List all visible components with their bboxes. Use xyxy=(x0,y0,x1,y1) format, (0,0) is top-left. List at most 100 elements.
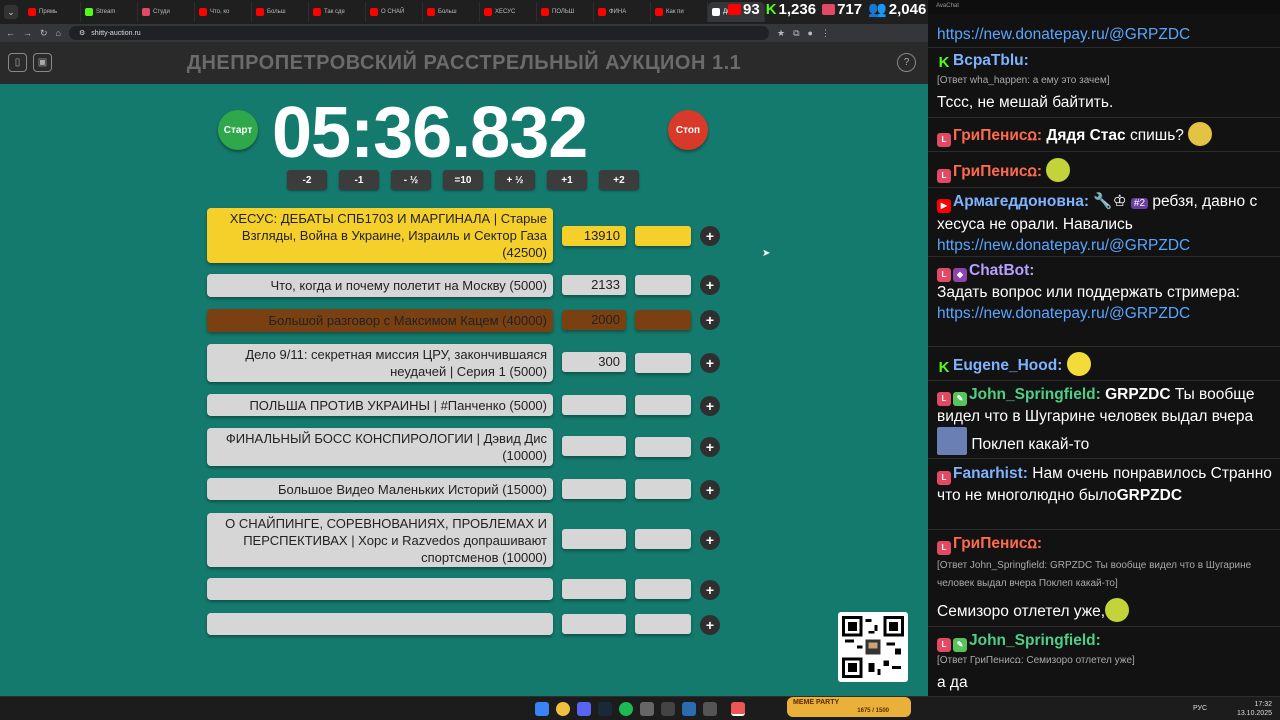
start-button[interactable]: Старт xyxy=(218,110,258,150)
telegram-icon[interactable] xyxy=(682,702,696,716)
lot-amount[interactable]: 300 xyxy=(562,352,626,372)
lot-name[interactable] xyxy=(207,613,553,635)
time-adjust-buttons: -2 -1 - ½ =10 + ½ +1 +2 xyxy=(287,170,639,190)
tab-label: Прямь xyxy=(39,9,58,15)
chat-reply-quote: [Ответ John_Springfield: GRPZDC Ты вообщ… xyxy=(937,560,1252,589)
lot-add-button[interactable]: + xyxy=(700,226,720,246)
lot-amount[interactable] xyxy=(562,395,626,415)
menu-icon[interactable]: ⋮ xyxy=(821,28,830,39)
lot-add-button[interactable]: + xyxy=(700,530,720,550)
lot-add-button[interactable]: + xyxy=(700,310,720,330)
browser-tab[interactable]: ПОЛЬШ xyxy=(537,2,594,22)
lot-add-input[interactable] xyxy=(635,395,691,415)
tab-favicon-icon xyxy=(313,8,321,16)
browser-tab[interactable]: Как пи xyxy=(651,2,708,22)
lot-add-button[interactable]: + xyxy=(700,615,720,635)
browser-tab[interactable]: Stream xyxy=(81,2,138,22)
minus-1-button[interactable]: -1 xyxy=(339,170,379,190)
steam-icon[interactable] xyxy=(598,702,612,716)
app-icon[interactable] xyxy=(640,702,654,716)
lot-add-input[interactable] xyxy=(635,353,691,373)
browser-tab[interactable]: О СНАЙ xyxy=(366,2,423,22)
chat-message: L ✎ John_Springfield: GRPZDC Ты вообще вид… xyxy=(937,384,1274,455)
chat-reply-quote: [Ответ wha_happen: а ему это зачем] xyxy=(937,75,1110,86)
lot-add-input[interactable] xyxy=(635,579,691,599)
lot-name[interactable]: Большое Видео Маленьких Историй (15000) xyxy=(207,478,553,500)
lot-amount[interactable] xyxy=(562,479,626,499)
lot-name[interactable]: ФИНАЛЬНЫЙ БОСС КОНСПИРОЛОГИИ | Дэвид Дис… xyxy=(207,428,553,466)
lot-amount[interactable]: 13910 xyxy=(562,226,626,246)
profile-icon[interactable]: ● xyxy=(808,28,813,38)
chat-link[interactable]: https://new.donatepay.ru/@GRPZDC xyxy=(937,26,1190,43)
lot-add-button[interactable]: + xyxy=(700,480,720,500)
lot-name[interactable] xyxy=(207,578,553,600)
chat-link[interactable]: https://new.donatepay.ru/@GRPZDC xyxy=(937,237,1190,254)
chrome-icon[interactable] xyxy=(556,702,570,716)
stop-button[interactable]: Стоп xyxy=(668,110,708,150)
browser-tab[interactable]: Прямь xyxy=(24,2,81,22)
browser-tab[interactable]: Что, ко xyxy=(195,2,252,22)
help-icon[interactable]: ? xyxy=(897,53,916,72)
lot-amount[interactable]: 2133 xyxy=(562,275,626,295)
set-10-button[interactable]: =10 xyxy=(443,170,483,190)
live-icon: L xyxy=(937,541,951,555)
back-icon[interactable]: ← xyxy=(6,28,15,38)
lot-add-button[interactable]: + xyxy=(700,580,720,600)
extensions-icon[interactable]: ⧉ xyxy=(793,28,799,39)
browser-tab[interactable]: Студи xyxy=(138,2,195,22)
lot-add-button[interactable]: + xyxy=(700,353,720,373)
home-icon[interactable]: ⌂ xyxy=(56,28,61,38)
app-icon[interactable] xyxy=(703,702,717,716)
forward-icon[interactable]: → xyxy=(23,28,32,38)
live-icon xyxy=(822,3,836,15)
lot-add-button[interactable]: + xyxy=(700,396,720,416)
lot-add-input[interactable] xyxy=(635,310,691,330)
lot-name[interactable]: Что, когда и почему полетит на Москву (5… xyxy=(207,274,553,297)
start-menu-icon[interactable] xyxy=(535,702,549,716)
lot-amount[interactable]: 2000 xyxy=(562,310,626,330)
system-clock[interactable]: 17:32 13.10.2025 xyxy=(1237,700,1272,718)
spotify-icon[interactable] xyxy=(619,702,633,716)
chat-link[interactable]: https://new.donatepay.ru/@GRPZDC xyxy=(937,305,1190,322)
discord-icon[interactable] xyxy=(577,702,591,716)
lot-amount[interactable] xyxy=(562,529,626,549)
plus-1-button[interactable]: +1 xyxy=(547,170,587,190)
address-bar[interactable]: ⚙ shitty-auction.ru xyxy=(68,26,769,40)
lot-add-input[interactable] xyxy=(635,614,691,634)
lot-name[interactable]: О СНАЙПИНГЕ, СОРЕВНОВАНИЯХ, ПРОБЛЕМАХ И … xyxy=(207,513,553,567)
lot-name[interactable]: Большой разговор с Максимом Кацем (40000… xyxy=(207,309,553,332)
plus-half-button[interactable]: + ½ xyxy=(495,170,535,190)
plus-2-button[interactable]: +2 xyxy=(599,170,639,190)
lot-amount[interactable] xyxy=(562,579,626,599)
lot-add-input[interactable] xyxy=(635,479,691,499)
lot-add-input[interactable] xyxy=(635,226,691,246)
browser-tab[interactable]: Больш xyxy=(252,2,309,22)
dance-emote-icon xyxy=(1046,158,1071,182)
lot-amount[interactable] xyxy=(562,436,626,456)
bookmark-star-icon[interactable]: ★ xyxy=(777,28,785,39)
dance-emote-icon xyxy=(1105,598,1130,622)
minus-2-button[interactable]: -2 xyxy=(287,170,327,190)
reload-icon[interactable]: ↻ xyxy=(40,28,48,39)
language-indicator[interactable]: РУС xyxy=(1193,705,1207,712)
lot-add-button[interactable]: + xyxy=(700,275,720,295)
browser-tab[interactable]: Больш xyxy=(423,2,480,22)
site-info-icon[interactable]: ⚙ xyxy=(79,29,85,37)
lot-add-input[interactable] xyxy=(635,529,691,549)
tab-search-icon[interactable]: ⌄ xyxy=(4,5,18,19)
obs-icon[interactable] xyxy=(661,702,675,716)
browser-tab[interactable]: Так сде xyxy=(309,2,366,22)
lot-name[interactable]: ХЕСУС: ДЕБАТЫ СПБ1703 И МАРГИНАЛА | Стар… xyxy=(207,208,553,263)
youtube-icon xyxy=(728,3,741,15)
lot-add-input[interactable] xyxy=(635,437,691,457)
browser-tab[interactable]: ФИНА xyxy=(594,2,651,22)
lot-name[interactable]: ПОЛЬША ПРОТИВ УКРАИНЫ | #Панченко (5000) xyxy=(207,394,553,416)
lot-add-input[interactable] xyxy=(635,275,691,295)
lot-amount[interactable] xyxy=(562,614,626,634)
meme-party-widget[interactable]: MEME PARTY 1675 / 1500 xyxy=(787,697,911,717)
browser-tab[interactable]: ХЕСУС xyxy=(480,2,537,22)
active-app-icon[interactable] xyxy=(731,702,745,716)
lot-add-button[interactable]: + xyxy=(700,437,720,457)
minus-half-button[interactable]: - ½ xyxy=(391,170,431,190)
lot-name[interactable]: Дело 9/11: секретная миссия ЦРУ, закончи… xyxy=(207,344,553,382)
